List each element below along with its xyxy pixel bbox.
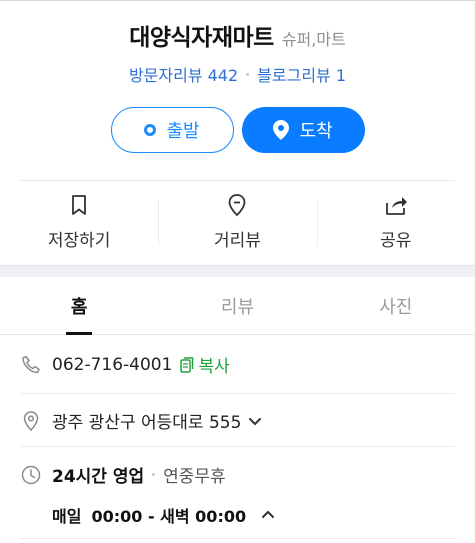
hours-row: 24시간 영업 연중무휴 [20, 462, 455, 487]
copy-icon [180, 356, 194, 373]
start-button[interactable]: 출발 [110, 107, 234, 153]
hours-range: 00:00 - 새벽 00:00 [91, 507, 247, 526]
share-action[interactable]: 공유 [316, 192, 475, 251]
tab-photos[interactable]: 사진 [317, 277, 475, 334]
hours-detail[interactable]: 매일 00:00 - 새벽 00:00 [52, 503, 276, 527]
divider [20, 446, 455, 447]
chevron-down-icon[interactable] [247, 413, 263, 429]
separator-dot [152, 473, 156, 476]
distance-review-action[interactable]: 거리뷰 [158, 192, 316, 251]
action-bar: 저장하기 거리뷰 공유 [0, 192, 475, 251]
hours-status: 24시간 영업 [52, 467, 145, 487]
address-text: 광주 광산구 어등대로 555 [52, 413, 242, 433]
route-buttons: 출발 도착 [0, 107, 475, 153]
tab-home[interactable]: 홈 [0, 277, 158, 335]
save-action[interactable]: 저장하기 [0, 192, 158, 251]
phone-icon [22, 355, 40, 373]
map-pin-icon [23, 410, 39, 431]
location-pin-icon [229, 194, 246, 217]
copy-button[interactable]: 복사 [180, 352, 230, 377]
place-name: 대양식자재마트 [129, 25, 274, 51]
visitor-reviews-link[interactable]: 방문자리뷰 442 [129, 62, 238, 86]
tab-bar: 홈 리뷰 사진 [0, 277, 475, 335]
tab-reviews[interactable]: 리뷰 [158, 277, 316, 334]
arrive-button[interactable]: 도착 [241, 107, 365, 153]
hours-note-group: 연중무휴 [152, 462, 226, 487]
hours-day: 매일 [52, 507, 82, 526]
section-gap [0, 265, 475, 277]
divider [20, 538, 455, 539]
phone-number[interactable]: 062-716-4001 [52, 355, 172, 375]
top-divider [0, 0, 475, 1]
share-icon [385, 197, 407, 215]
distance-review-label: 거리뷰 [214, 231, 261, 251]
blog-reviews-link[interactable]: 블로그리뷰 1 [257, 62, 346, 86]
address-row[interactable]: 광주 광산구 어등대로 555 [20, 408, 455, 433]
divider [20, 180, 455, 181]
review-row: 방문자리뷰 442 블로그리뷰 1 [0, 62, 475, 86]
hours-note: 연중무휴 [163, 467, 226, 487]
share-label: 공유 [380, 231, 412, 251]
place-category: 슈퍼,마트 [281, 30, 346, 49]
start-button-label: 출발 [166, 121, 200, 142]
location-pin-icon [273, 120, 290, 140]
bookmark-icon [72, 195, 87, 215]
chevron-up-icon[interactable] [260, 507, 276, 523]
divider [20, 393, 455, 394]
arrive-button-label: 도착 [299, 121, 333, 142]
save-label: 저장하기 [47, 231, 111, 251]
separator-dot [246, 72, 250, 76]
start-point-icon [144, 124, 157, 136]
clock-icon [21, 465, 41, 484]
title-row: 대양식자재마트 슈퍼,마트 [0, 18, 475, 52]
phone-row: 062-716-4001 복사 [20, 352, 455, 377]
place-header: 대양식자재마트 슈퍼,마트 방문자리뷰 442 블로그리뷰 1 [0, 18, 475, 86]
copy-label: 복사 [198, 357, 230, 377]
